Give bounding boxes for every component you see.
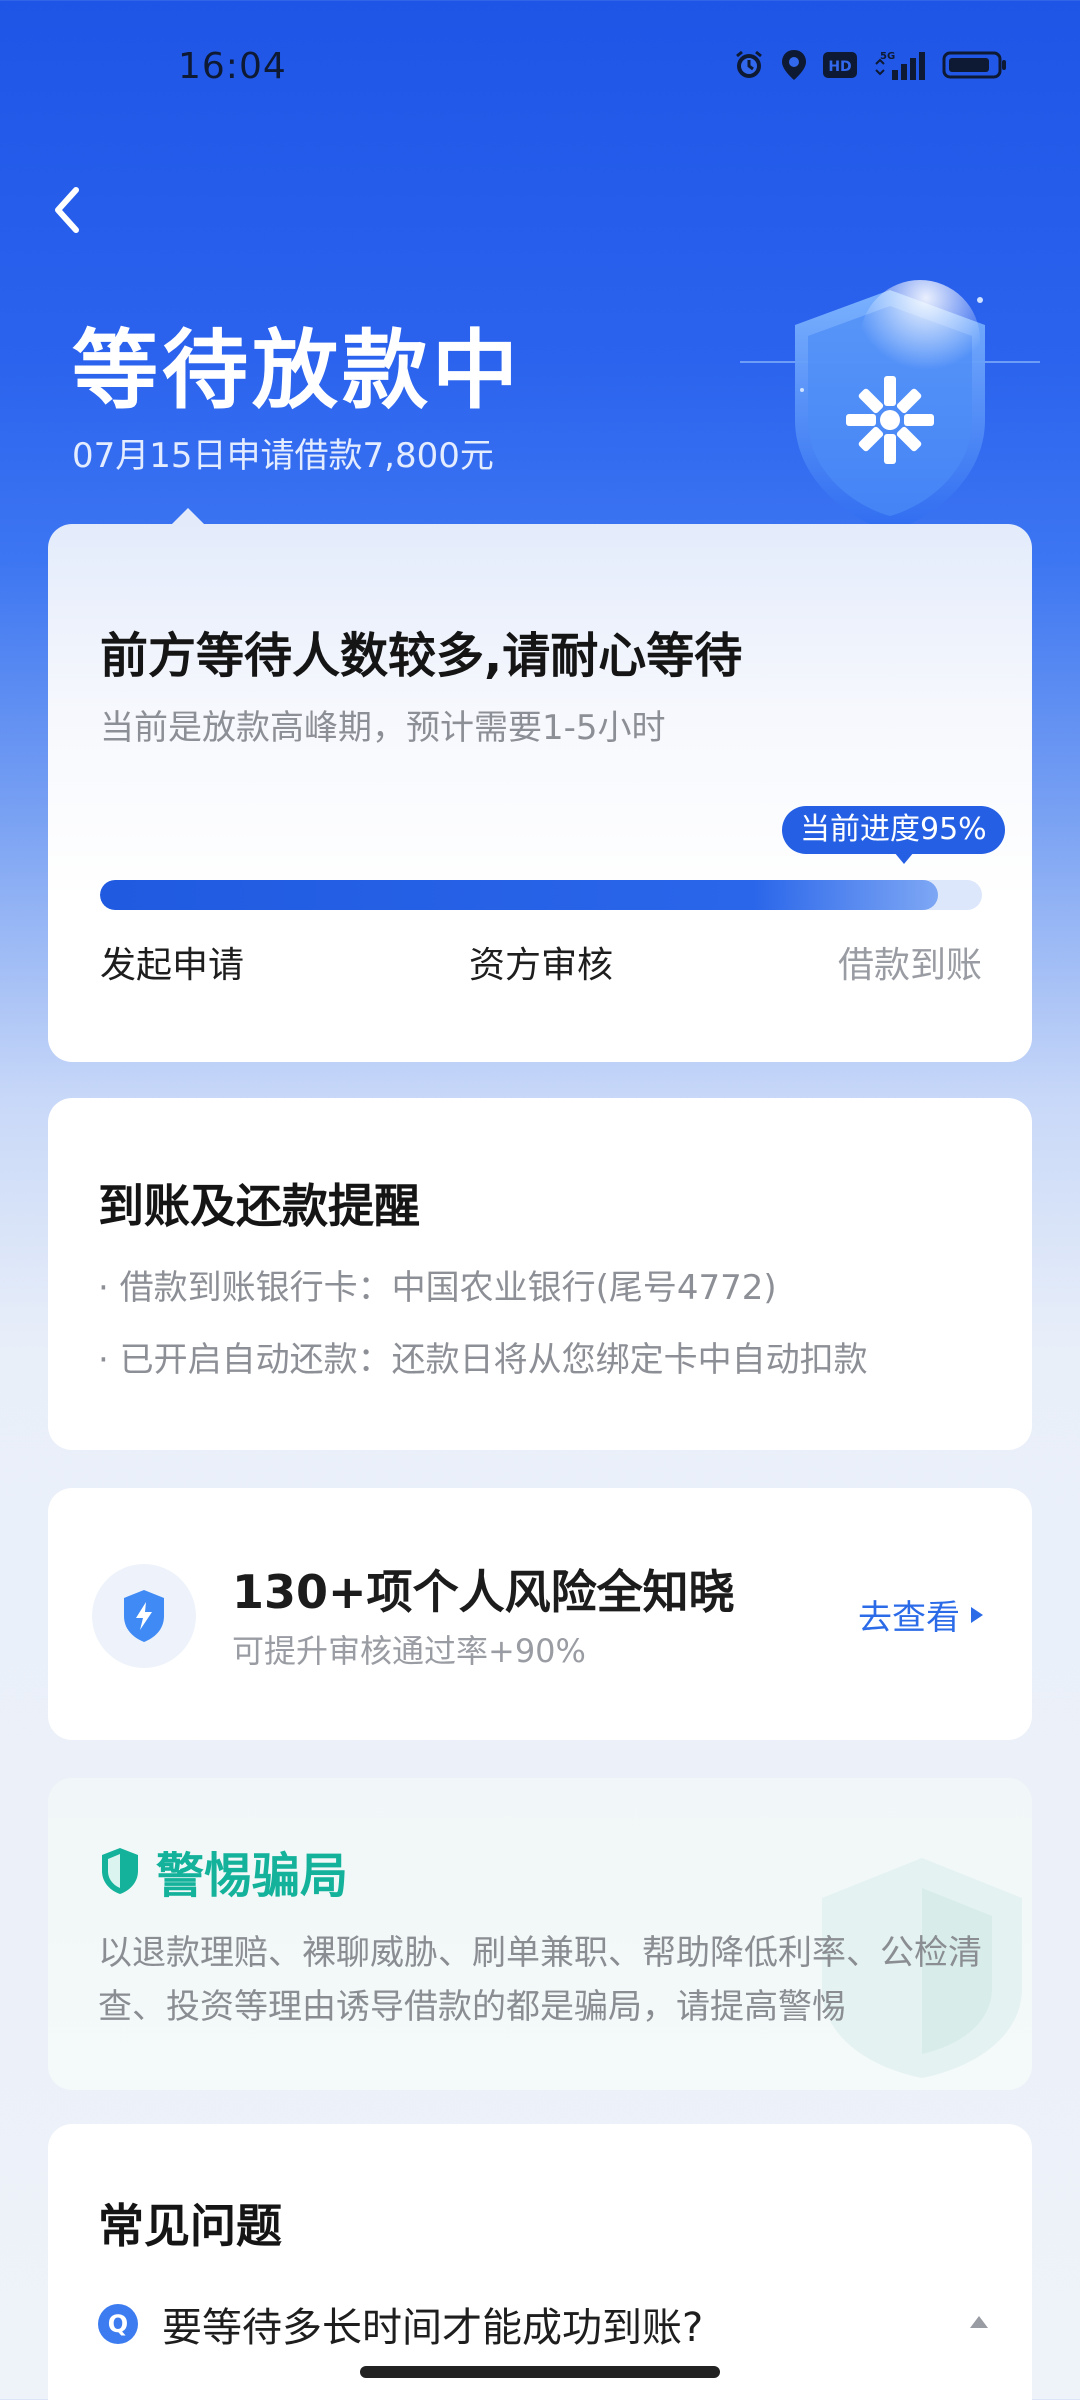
progress-percent-badge: 当前进度95%	[782, 806, 1005, 864]
fraud-warning-card: 警惕骗局 以退款理赔、裸聊威胁、刷单兼职、帮助降低利率、公检清查、投资等理由诱导…	[48, 1778, 1032, 2090]
step-review: 资方审核	[468, 945, 613, 986]
faq-question-row[interactable]: Q 要等待多长时间才能成功到账?	[98, 2294, 988, 2354]
step-arrival: 借款到账	[837, 945, 982, 986]
hd-icon: HD	[822, 48, 858, 82]
progress-title: 前方等待人数较多,请耐心等待	[100, 628, 743, 684]
card-notch	[172, 508, 204, 524]
play-arrow-icon	[971, 1606, 983, 1623]
arrival-reminder-card: 到账及还款提醒 · 借款到账银行卡：中国农业银行(尾号4772) · 已开启自动…	[48, 1098, 1032, 1450]
svg-text:5G: 5G	[880, 51, 895, 62]
reminder-item: · 借款到账银行卡：中国农业银行(尾号4772)	[98, 1268, 777, 1308]
progress-bar-fill	[100, 880, 938, 910]
back-button[interactable]	[48, 182, 88, 238]
step-apply: 发起申请	[100, 945, 245, 986]
reminder-title: 到账及还款提醒	[98, 1179, 420, 1233]
svg-text:HD: HD	[828, 59, 851, 75]
caret-up-icon	[970, 2316, 988, 2328]
view-risk-link[interactable]: 去查看	[858, 1590, 984, 1639]
risk-title: 130+项个人风险全知晓	[232, 1565, 735, 1619]
status-bar: 16:04 HD 5G	[0, 0, 1080, 130]
page-subtitle: 07月15日申请借款7,800元	[72, 436, 494, 476]
home-indicator[interactable]	[360, 2366, 720, 2378]
shield-logo-icon	[740, 270, 1040, 540]
progress-card: 前方等待人数较多,请耐心等待 当前是放款高峰期，预计需要1-5小时 当前进度95…	[48, 508, 1032, 1062]
progress-subtitle: 当前是放款高峰期，预计需要1-5小时	[100, 708, 666, 748]
chevron-left-icon	[55, 187, 79, 233]
shield-check-icon	[102, 1848, 138, 1894]
faq-question: 要等待多长时间才能成功到账?	[162, 2305, 704, 2351]
page-title: 等待放款中	[72, 321, 522, 421]
fraud-title: 警惕骗局	[98, 1836, 348, 1906]
risk-subtitle: 可提升审核通过率+90%	[232, 1632, 586, 1670]
view-risk-label: 去查看	[858, 1598, 960, 1638]
faq-card: 常见问题 Q 要等待多长时间才能成功到账?	[48, 2124, 1032, 2400]
location-icon	[780, 48, 808, 82]
alarm-icon	[732, 48, 766, 82]
fraud-title-text: 警惕骗局	[156, 1848, 349, 1904]
faq-title: 常见问题	[98, 2199, 282, 2253]
fraud-text: 以退款理赔、裸聊威胁、刷单兼职、帮助降低利率、公检清查、投资等理由诱导借款的都是…	[98, 1933, 982, 2027]
status-time: 16:04	[178, 46, 287, 87]
progress-steps: 发起申请 资方审核 借款到账	[100, 936, 982, 988]
reminder-item: · 已开启自动还款：还款日将从您绑定卡中自动扣款	[98, 1340, 868, 1380]
status-icons: HD 5G	[732, 48, 1008, 82]
risk-check-card[interactable]: 130+项个人风险全知晓 可提升审核通过率+90% 去查看	[48, 1488, 1032, 1740]
shield-bolt-icon	[124, 1590, 164, 1642]
question-badge-icon: Q	[98, 2304, 138, 2344]
risk-icon-wrap	[92, 1564, 196, 1668]
battery-icon	[942, 48, 1008, 82]
progress-bar	[100, 880, 982, 910]
5g-signal-icon: 5G	[872, 48, 928, 82]
